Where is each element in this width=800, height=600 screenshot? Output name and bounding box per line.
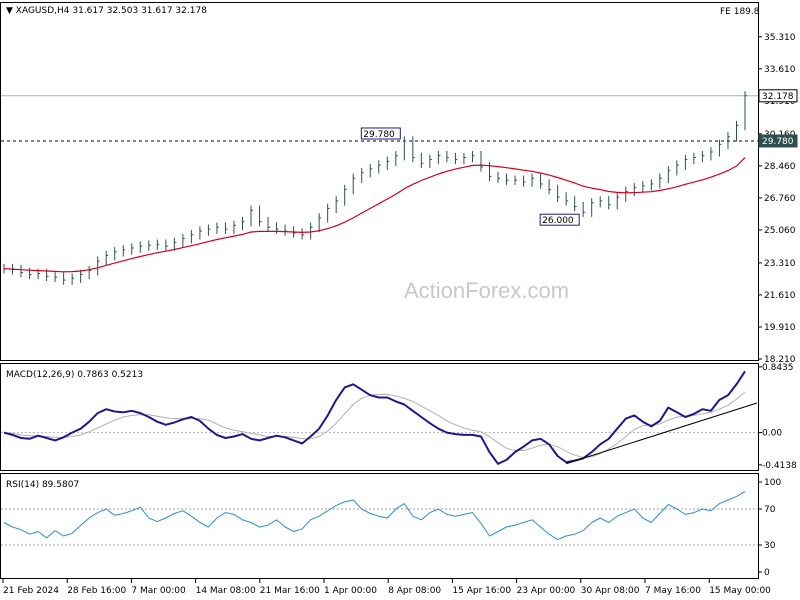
xtick-label: 7 May 16:00 <box>645 586 701 596</box>
indicator-tag: FE 189.8 <box>720 7 760 17</box>
xtick-label: 15 May 00:00 <box>709 586 771 596</box>
price-ytick-label: 25.060 <box>764 226 796 236</box>
price-ytick-label: 23.310 <box>764 259 796 269</box>
xtick-label: 21 Mar 16:00 <box>260 586 320 596</box>
price-ytick-label: 21.610 <box>764 291 796 301</box>
price-ytick-label: 33.610 <box>764 65 796 75</box>
annotation-label-0: 29.780 <box>363 130 395 140</box>
rsi-panel-frame <box>0 473 759 579</box>
price-tag-label-0: 29.780 <box>762 137 794 147</box>
macd-ytick-label: -0.4138 <box>762 461 797 471</box>
macd-title: MACD(12,26,9) 0.7863 0.5213 <box>6 370 143 380</box>
rsi-ytick-label: 70 <box>764 505 776 515</box>
price-bars <box>3 91 747 285</box>
macd-trendline <box>565 402 758 465</box>
price-ytick-label: 28.460 <box>764 162 796 172</box>
xtick-label: 30 Apr 08:00 <box>581 586 640 596</box>
xtick-label: 23 Apr 00:00 <box>517 586 576 596</box>
symbol-header: ▼ XAGUSD,H4 31.617 32.503 31.617 32.178 <box>6 6 207 16</box>
rsi-title: RSI(14) 89.5807 <box>6 480 79 490</box>
xtick-label: 21 Feb 2024 <box>3 586 59 596</box>
macd-line <box>3 370 746 465</box>
price-ytick-label: 19.910 <box>764 323 796 333</box>
rsi-series-layer <box>1 490 758 546</box>
rsi-ytick-label: 100 <box>764 478 781 488</box>
xtick-label: 7 Mar 00:00 <box>131 586 186 596</box>
rsi-ytick-label: 30 <box>764 541 776 551</box>
xtick-label: 15 Apr 16:00 <box>452 586 511 596</box>
macd-ytick-label: 0.8435 <box>762 363 794 373</box>
watermark: ActionForex.com <box>404 278 569 303</box>
xtick-label: 28 Feb 16:00 <box>67 586 126 596</box>
chart-window: ▼ XAGUSD,H4 31.617 32.503 31.617 32.178 … <box>0 0 800 600</box>
macd-series-layer <box>1 370 758 465</box>
xtick-label: 1 Apr 00:00 <box>324 586 377 596</box>
price-ytick-label: 35.310 <box>764 33 796 43</box>
rsi-ytick-label: 0 <box>764 568 770 578</box>
chart-canvas[interactable]: ▼ XAGUSD,H4 31.617 32.503 31.617 32.178 … <box>0 0 800 600</box>
macd-ytick-label: 0.00 <box>762 429 782 439</box>
annotation-label-1: 26.000 <box>542 216 574 226</box>
xtick-label: 8 Apr 08:00 <box>388 586 441 596</box>
price-ytick-label: 26.760 <box>764 194 796 204</box>
macd-signal-line <box>3 391 746 458</box>
price-panel-frame <box>0 2 759 361</box>
xtick-label: 14 Mar 08:00 <box>196 586 256 596</box>
axis-layer: 35.31033.61031.91030.16028.46026.76025.0… <box>2 33 798 596</box>
price-tag-label-1: 32.178 <box>762 92 794 102</box>
rsi-line <box>3 490 746 541</box>
price-series-layer: 29.780 26.000 <box>1 91 758 285</box>
